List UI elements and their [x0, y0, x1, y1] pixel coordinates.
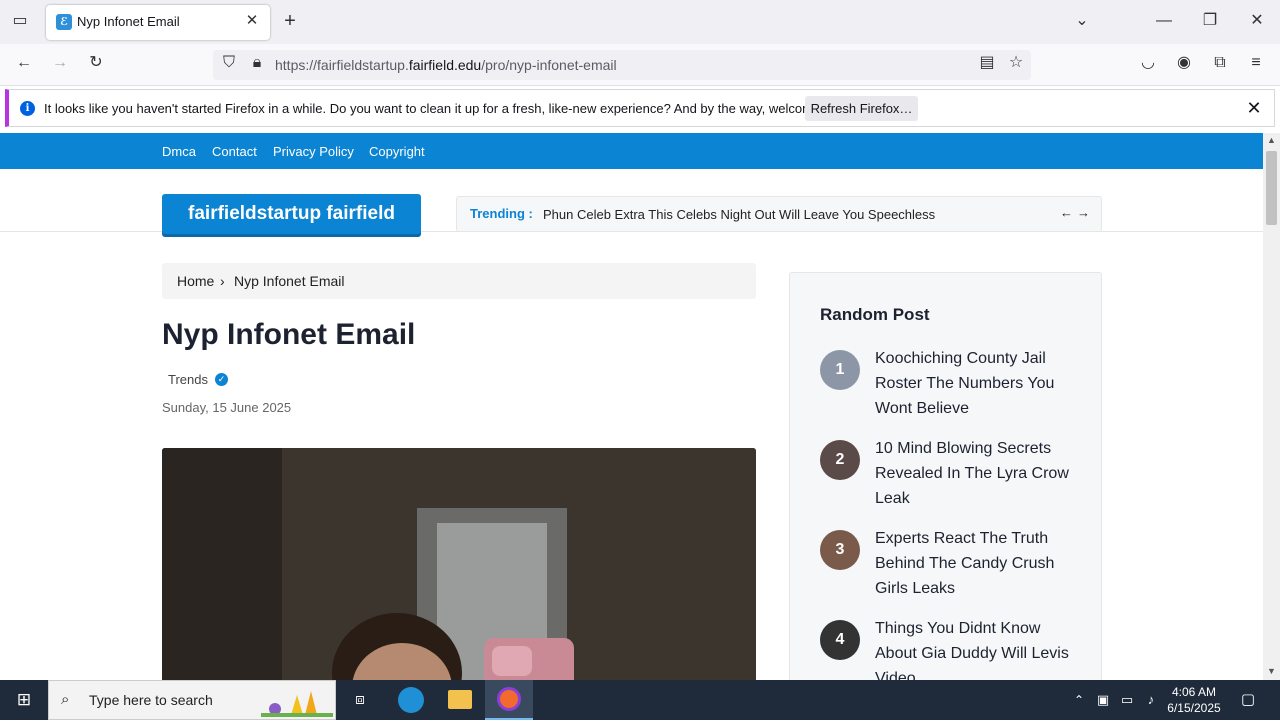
tab-bar: ▭ ℰ Nyp Infonet Email ✕ + ⌄ — ❐ ✕: [0, 0, 1280, 44]
random-post-title[interactable]: Koochiching County Jail Roster The Numbe…: [875, 346, 1080, 421]
scrollbar-thumb[interactable]: [1266, 151, 1277, 225]
trending-link[interactable]: Phun Celeb Extra This Celebs Night Out W…: [543, 207, 935, 222]
page-title: Nyp Infonet Email: [162, 318, 416, 351]
breadcrumb-home[interactable]: Home: [177, 273, 214, 289]
new-tab-icon[interactable]: +: [278, 11, 302, 35]
breadcrumb-separator-icon: ›: [220, 273, 225, 289]
taskbar-clock[interactable]: 4:06 AM 6/15/2025: [1166, 684, 1222, 716]
verified-check-icon: ✓: [215, 373, 228, 386]
favicon-icon: ℰ: [56, 14, 72, 30]
nav-link-dmca[interactable]: Dmca: [162, 144, 196, 159]
reload-icon[interactable]: ↻: [84, 53, 108, 77]
post-number-badge: 4: [820, 620, 860, 660]
random-post-widget: Random Post 1 Koochiching County Jail Ro…: [789, 272, 1102, 680]
clock-time: 4:06 AM: [1171, 685, 1217, 699]
network-icon[interactable]: ▭: [1117, 690, 1137, 710]
url-text: https://fairfieldstartup.fairfield.edu/p…: [275, 57, 617, 73]
site-logo[interactable]: fairfieldstartup fairfield: [162, 194, 421, 234]
notification-bar: i It looks like you haven't started Fire…: [5, 89, 1275, 127]
tab-list-chevron-icon[interactable]: ⌄: [1070, 11, 1094, 35]
post-number-badge: 2: [820, 440, 860, 480]
breadcrumb-current: Nyp Infonet Email: [234, 273, 345, 289]
windows-start-icon[interactable]: ⊞: [14, 690, 34, 710]
nav-link-contact[interactable]: Contact: [212, 144, 257, 159]
random-post-title[interactable]: 10 Mind Blowing Secrets Revealed In The …: [875, 436, 1080, 511]
close-window-icon[interactable]: ✕: [1245, 11, 1269, 35]
tab-title: Nyp Infonet Email: [77, 14, 180, 29]
trending-prev-icon[interactable]: ←: [1060, 205, 1073, 220]
widget-heading: Random Post: [820, 305, 930, 324]
trending-bar: Trending : Phun Celeb Extra This Celebs …: [456, 196, 1102, 232]
address-bar[interactable]: ⛉ 🔒︎ https://fairfieldstartup.fairfield.…: [213, 50, 1031, 80]
minimize-icon[interactable]: —: [1152, 11, 1176, 35]
post-number-badge: 3: [820, 530, 860, 570]
task-view-icon[interactable]: ⧈: [350, 690, 370, 710]
nav-link-copyright[interactable]: Copyright: [369, 144, 425, 159]
refresh-firefox-button[interactable]: Refresh Firefox…: [805, 96, 918, 121]
device-icon[interactable]: ▣: [1093, 690, 1113, 710]
taskbar-search-placeholder: Type here to search: [89, 692, 213, 708]
trending-next-icon[interactable]: →: [1077, 205, 1090, 220]
edge-icon[interactable]: [398, 687, 424, 713]
post-date: Sunday, 15 June 2025: [162, 400, 292, 415]
close-notification-icon[interactable]: ✕: [1244, 98, 1264, 118]
forward-icon[interactable]: →: [48, 53, 72, 77]
windows-taskbar: ⊞ ⌕ Type here to search ⧈ ⌃ ▣ ▭ ♪ 4:06 A…: [0, 680, 1280, 720]
trending-label: Trending :: [470, 206, 533, 221]
browser-tab[interactable]: ℰ Nyp Infonet Email ✕: [46, 5, 270, 40]
account-icon[interactable]: ◉: [1172, 53, 1196, 77]
firefox-taskbar-button[interactable]: [485, 680, 533, 720]
random-post-title[interactable]: Experts React The Truth Behind The Candy…: [875, 526, 1080, 601]
tab-overview-icon[interactable]: ▭: [8, 11, 32, 35]
reader-view-icon[interactable]: ▤: [975, 53, 999, 77]
post-number-badge: 1: [820, 350, 860, 390]
back-icon[interactable]: ←: [12, 53, 36, 77]
search-highlight-flowers-icon: [261, 685, 333, 717]
info-icon: i: [20, 101, 35, 116]
volume-icon[interactable]: ♪: [1141, 690, 1161, 710]
category-link[interactable]: Trends: [168, 372, 208, 387]
article-image: [162, 448, 756, 680]
scroll-up-icon[interactable]: ▲: [1267, 135, 1276, 145]
breadcrumb: Home › Nyp Infonet Email: [162, 263, 756, 299]
restore-icon[interactable]: ❐: [1198, 11, 1222, 35]
lock-icon[interactable]: 🔒︎: [245, 53, 269, 77]
page-scrollbar[interactable]: ▲ ▼: [1263, 133, 1280, 680]
menu-icon[interactable]: ≡: [1244, 53, 1268, 77]
firefox-icon: [497, 687, 521, 711]
hidden-icons-chevron-icon[interactable]: ⌃: [1069, 690, 1089, 710]
notification-message: It looks like you haven't started Firefo…: [44, 101, 855, 116]
navigation-toolbar: ← → ↻ ⛉ 🔒︎ https://fairfieldstartup.fair…: [0, 44, 1280, 86]
extensions-icon[interactable]: ⧉: [1208, 53, 1232, 77]
close-tab-icon[interactable]: ✕: [242, 11, 262, 31]
pocket-icon[interactable]: ◡: [1136, 53, 1160, 77]
notification-center-icon[interactable]: ▢: [1238, 690, 1258, 710]
scroll-down-icon[interactable]: ▼: [1267, 666, 1276, 676]
site-header: fairfieldstartup fairfield Trending : Ph…: [0, 169, 1263, 234]
random-post-title[interactable]: Things You Didnt Know About Gia Duddy Wi…: [875, 616, 1080, 680]
file-explorer-icon[interactable]: [448, 690, 472, 709]
clock-date: 6/15/2025: [1167, 701, 1221, 715]
bookmark-star-icon[interactable]: ☆: [1004, 53, 1028, 77]
web-page: Dmca Contact Privacy Policy Copyright fa…: [0, 133, 1263, 680]
site-top-nav: Dmca Contact Privacy Policy Copyright: [0, 133, 1263, 169]
taskbar-search-box[interactable]: ⌕ Type here to search: [48, 680, 336, 720]
nav-link-privacy-policy[interactable]: Privacy Policy: [273, 144, 354, 159]
search-icon: ⌕: [61, 691, 70, 708]
shield-icon[interactable]: ⛉: [217, 53, 241, 77]
